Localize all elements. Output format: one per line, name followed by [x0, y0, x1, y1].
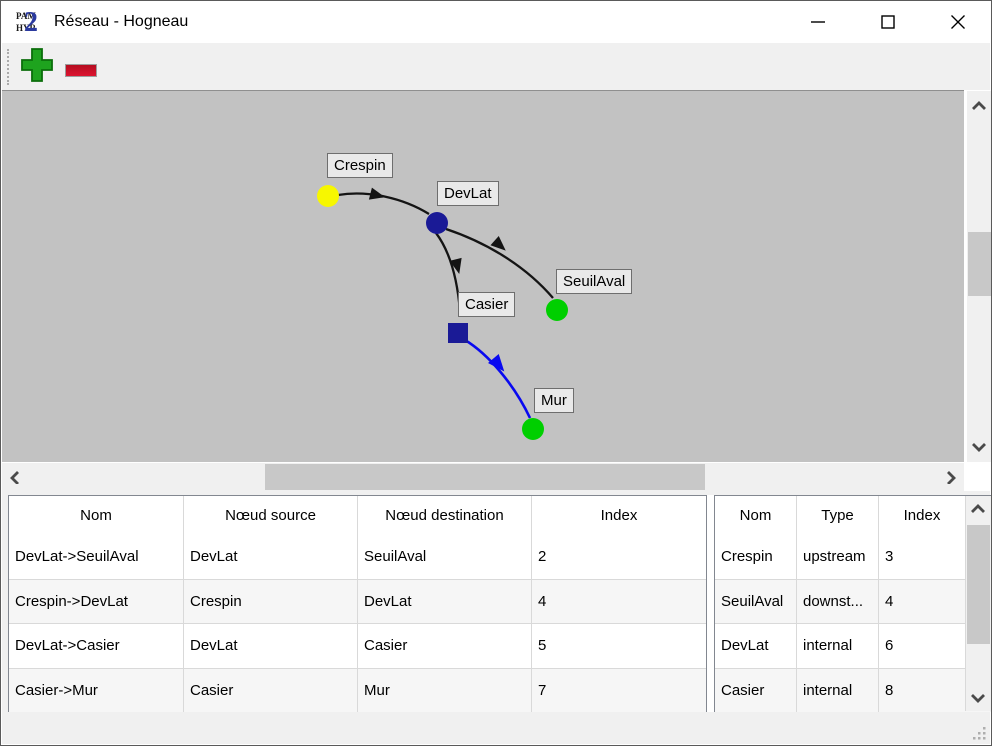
header-noeud-destination[interactable]: Nœud destination [358, 496, 532, 534]
cell-destination[interactable]: Mur [358, 669, 532, 713]
node-mur[interactable] [522, 418, 544, 440]
minus-icon [65, 64, 97, 77]
edge-casier-mur[interactable] [465, 340, 530, 418]
cell-nom[interactable]: Casier [715, 669, 797, 713]
cell-nom[interactable]: DevLat->SeuilAval [9, 534, 184, 579]
window-title: Réseau - Hogneau [54, 1, 188, 43]
plus-icon [21, 47, 53, 83]
scroll-up-icon[interactable] [968, 502, 988, 516]
cell-source[interactable]: Casier [184, 669, 358, 713]
node-label-devlat[interactable]: DevLat [437, 181, 499, 206]
cell-index[interactable]: 3 [879, 534, 965, 579]
canvas-horizontal-scrollbar[interactable] [2, 463, 964, 491]
node-label-seuilaval[interactable]: SeuilAval [556, 269, 632, 294]
table-row[interactable]: Crespin upstream 3 [715, 534, 991, 579]
cell-index[interactable]: 8 [879, 669, 965, 713]
cell-nom[interactable]: DevLat->Casier [9, 624, 184, 668]
title-bar: PAM HYR 2 Réseau - Hogneau [2, 1, 990, 43]
node-label-casier[interactable]: Casier [458, 292, 515, 317]
nodes-table-scroll-thumb[interactable] [967, 525, 990, 644]
close-icon [950, 14, 966, 30]
node-seuilaval[interactable] [546, 299, 568, 321]
canvas-vscroll-thumb[interactable] [968, 232, 991, 296]
node-label-mur[interactable]: Mur [534, 388, 574, 413]
app-window: PAM HYR 2 Réseau - Hogneau [0, 0, 992, 746]
cell-destination[interactable]: Casier [358, 624, 532, 668]
table-row[interactable]: Casier internal 8 [715, 668, 991, 713]
node-casier[interactable] [448, 323, 468, 343]
app-icon-number: 2 [24, 7, 38, 39]
cell-nom[interactable]: SeuilAval [715, 580, 797, 624]
cell-type[interactable]: downst... [797, 580, 879, 624]
canvas-vertical-scrollbar[interactable] [967, 91, 992, 462]
status-bar [2, 715, 990, 744]
toolbar-drag-handle[interactable] [7, 49, 9, 85]
table-row[interactable]: DevLat internal 6 [715, 623, 991, 668]
minimize-icon [810, 14, 826, 30]
scroll-right-icon[interactable] [944, 470, 958, 484]
cell-destination[interactable]: DevLat [358, 580, 532, 624]
scroll-down-icon[interactable] [968, 691, 988, 705]
cell-nom[interactable]: Crespin [715, 534, 797, 579]
cell-type[interactable]: upstream [797, 534, 879, 579]
resize-grip-icon[interactable] [973, 727, 987, 741]
scroll-left-icon[interactable] [8, 470, 22, 484]
cell-index[interactable]: 4 [879, 580, 965, 624]
close-button[interactable] [935, 1, 981, 43]
nodes-table: Nom Type Index Crespin upstream 3 SeuilA… [714, 495, 992, 712]
network-graph [2, 91, 964, 463]
cell-destination[interactable]: SeuilAval [358, 534, 532, 579]
maximize-icon [880, 14, 896, 30]
cell-nom[interactable]: Casier->Mur [9, 669, 184, 713]
cell-nom[interactable]: Crespin->DevLat [9, 580, 184, 624]
node-devlat[interactable] [426, 212, 448, 234]
add-button[interactable] [21, 47, 53, 85]
cell-index[interactable]: 2 [532, 534, 706, 579]
arrowhead-devlat-seuilaval [490, 236, 509, 255]
table-row[interactable]: DevLat->SeuilAval DevLat SeuilAval 2 [9, 534, 706, 579]
header-noeud-source[interactable]: Nœud source [184, 496, 358, 534]
table-row[interactable]: SeuilAval downst... 4 [715, 579, 991, 624]
node-label-crespin[interactable]: Crespin [327, 153, 393, 178]
table-row[interactable]: Crespin->DevLat Crespin DevLat 4 [9, 579, 706, 624]
cell-source[interactable]: Crespin [184, 580, 358, 624]
edges-table: Nom Nœud source Nœud destination Index D… [8, 495, 707, 712]
network-canvas[interactable]: Crespin DevLat SeuilAval Casier Mur [2, 90, 964, 462]
cell-type[interactable]: internal [797, 669, 879, 713]
header-nom[interactable]: Nom [9, 496, 184, 534]
remove-button[interactable] [63, 47, 99, 85]
header-nom[interactable]: Nom [715, 496, 797, 534]
header-type[interactable]: Type [797, 496, 879, 534]
cell-source[interactable]: DevLat [184, 624, 358, 668]
minimize-button[interactable] [795, 1, 841, 43]
nodes-table-scrollbar[interactable] [965, 496, 991, 711]
cell-nom[interactable]: DevLat [715, 624, 797, 668]
header-index[interactable]: Index [532, 496, 706, 534]
table-row[interactable]: Casier->Mur Casier Mur 7 [9, 668, 706, 713]
maximize-button[interactable] [865, 1, 911, 43]
cell-type[interactable]: internal [797, 624, 879, 668]
arrowhead-casier-mur [488, 354, 510, 376]
cell-source[interactable]: DevLat [184, 534, 358, 579]
edge-devlat-casier[interactable] [436, 233, 460, 312]
cell-index[interactable]: 5 [532, 624, 706, 668]
edges-table-header: Nom Nœud source Nœud destination Index [9, 496, 706, 534]
cell-index[interactable]: 7 [532, 669, 706, 713]
node-crespin[interactable] [317, 185, 339, 207]
scroll-up-icon[interactable] [969, 99, 989, 113]
app-icon: PAM HYR 2 [16, 10, 46, 36]
nodes-table-header: Nom Type Index [715, 496, 991, 534]
cell-index[interactable]: 6 [879, 624, 965, 668]
cell-index[interactable]: 4 [532, 580, 706, 624]
table-row[interactable]: DevLat->Casier DevLat Casier 5 [9, 623, 706, 668]
canvas-hscroll-thumb[interactable] [265, 464, 705, 490]
header-index[interactable]: Index [879, 496, 965, 534]
scroll-down-icon[interactable] [969, 440, 989, 454]
toolbar [2, 43, 990, 90]
